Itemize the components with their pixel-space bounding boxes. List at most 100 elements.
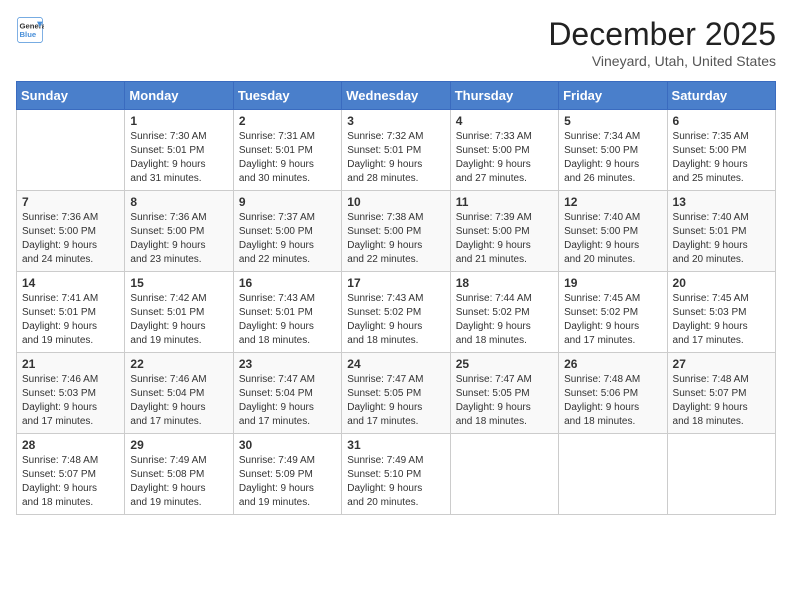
- calendar-week-row: 7 Sunrise: 7:36 AMSunset: 5:00 PMDaylight…: [17, 191, 776, 272]
- day-number: 4: [456, 114, 553, 128]
- calendar-cell: [17, 110, 125, 191]
- day-info: Sunrise: 7:48 AMSunset: 5:06 PMDaylight:…: [564, 373, 661, 429]
- day-info: Sunrise: 7:31 AMSunset: 5:01 PMDaylight:…: [239, 130, 336, 186]
- calendar-cell: 31Sunrise: 7:49 AMSunset: 5:10 PMDayligh…: [342, 434, 450, 515]
- day-number: 23: [239, 357, 336, 371]
- day-info: Sunrise: 7:48 AMSunset: 5:07 PMDaylight:…: [673, 373, 770, 429]
- calendar-cell: 21 Sunrise: 7:46 AMSunset: 5:03 PMDayligh…: [17, 353, 125, 434]
- calendar-week-row: 28 Sunrise: 7:48 AMSunset: 5:07 PMDayligh…: [17, 434, 776, 515]
- calendar-cell: 15Sunrise: 7:42 AMSunset: 5:01 PMDayligh…: [125, 272, 233, 353]
- calendar-cell: 4 Sunrise: 7:33 AMSunset: 5:00 PMDaylight…: [450, 110, 558, 191]
- calendar-cell: 1 Sunrise: 7:30 AMSunset: 5:01 PMDaylight…: [125, 110, 233, 191]
- svg-text:Blue: Blue: [20, 30, 37, 39]
- calendar-cell: 13 Sunrise: 7:40 AMSunset: 5:01 PMDayligh…: [667, 191, 775, 272]
- calendar-cell: 17 Sunrise: 7:43 AMSunset: 5:02 PMDayligh…: [342, 272, 450, 353]
- day-info: Sunrise: 7:46 AMSunset: 5:04 PMDaylight:…: [130, 373, 227, 429]
- day-info: Sunrise: 7:40 AMSunset: 5:00 PMDaylight:…: [564, 211, 661, 267]
- day-info: Sunrise: 7:47 AMSunset: 5:04 PMDaylight:…: [239, 373, 336, 429]
- day-number: 11: [456, 195, 553, 209]
- day-number: 21: [22, 357, 119, 371]
- day-number: 27: [673, 357, 770, 371]
- day-number: 29: [130, 438, 227, 452]
- day-info: Sunrise: 7:41 AMSunset: 5:01 PMDaylight:…: [22, 292, 119, 348]
- day-number: 24: [347, 357, 444, 371]
- day-info: Sunrise: 7:49 AMSunset: 5:09 PMDaylight:…: [239, 454, 336, 510]
- day-info: Sunrise: 7:48 AMSunset: 5:07 PMDaylight:…: [22, 454, 119, 510]
- day-number: 14: [22, 276, 119, 290]
- calendar-cell: [667, 434, 775, 515]
- day-number: 15: [130, 276, 227, 290]
- day-number: 26: [564, 357, 661, 371]
- day-number: 7: [22, 195, 119, 209]
- day-info: Sunrise: 7:30 AMSunset: 5:01 PMDaylight:…: [130, 130, 227, 186]
- calendar-cell: 10 Sunrise: 7:38 AMSunset: 5:00 PMDayligh…: [342, 191, 450, 272]
- calendar-cell: 20Sunrise: 7:45 AMSunset: 5:03 PMDayligh…: [667, 272, 775, 353]
- logo-icon: General Blue: [16, 16, 44, 44]
- calendar-cell: 12 Sunrise: 7:40 AMSunset: 5:00 PMDayligh…: [559, 191, 667, 272]
- day-info: Sunrise: 7:33 AMSunset: 5:00 PMDaylight:…: [456, 130, 553, 186]
- day-info: Sunrise: 7:36 AMSunset: 5:00 PMDaylight:…: [130, 211, 227, 267]
- day-number: 19: [564, 276, 661, 290]
- day-of-week-header: Saturday: [667, 82, 775, 110]
- calendar-cell: 29Sunrise: 7:49 AMSunset: 5:08 PMDayligh…: [125, 434, 233, 515]
- day-number: 10: [347, 195, 444, 209]
- location-title: Vineyard, Utah, United States: [548, 53, 776, 69]
- day-number: 12: [564, 195, 661, 209]
- calendar-cell: [559, 434, 667, 515]
- day-info: Sunrise: 7:45 AMSunset: 5:02 PMDaylight:…: [564, 292, 661, 348]
- calendar-cell: 25Sunrise: 7:47 AMSunset: 5:05 PMDayligh…: [450, 353, 558, 434]
- calendar-cell: [450, 434, 558, 515]
- calendar-cell: 24Sunrise: 7:47 AMSunset: 5:05 PMDayligh…: [342, 353, 450, 434]
- day-of-week-header: Thursday: [450, 82, 558, 110]
- day-info: Sunrise: 7:46 AMSunset: 5:03 PMDaylight:…: [22, 373, 119, 429]
- calendar-cell: 23 Sunrise: 7:47 AMSunset: 5:04 PMDayligh…: [233, 353, 341, 434]
- calendar-cell: 5 Sunrise: 7:34 AMSunset: 5:00 PMDaylight…: [559, 110, 667, 191]
- day-number: 28: [22, 438, 119, 452]
- calendar-body: 1 Sunrise: 7:30 AMSunset: 5:01 PMDaylight…: [17, 110, 776, 515]
- day-of-week-header: Tuesday: [233, 82, 341, 110]
- day-number: 5: [564, 114, 661, 128]
- month-title: December 2025: [548, 16, 776, 53]
- day-number: 17: [347, 276, 444, 290]
- day-number: 18: [456, 276, 553, 290]
- day-number: 1: [130, 114, 227, 128]
- day-number: 13: [673, 195, 770, 209]
- calendar-week-row: 21 Sunrise: 7:46 AMSunset: 5:03 PMDayligh…: [17, 353, 776, 434]
- title-area: December 2025 Vineyard, Utah, United Sta…: [548, 16, 776, 69]
- day-info: Sunrise: 7:34 AMSunset: 5:00 PMDaylight:…: [564, 130, 661, 186]
- day-number: 8: [130, 195, 227, 209]
- calendar-cell: 26 Sunrise: 7:48 AMSunset: 5:06 PMDayligh…: [559, 353, 667, 434]
- day-info: Sunrise: 7:39 AMSunset: 5:00 PMDaylight:…: [456, 211, 553, 267]
- day-info: Sunrise: 7:43 AMSunset: 5:01 PMDaylight:…: [239, 292, 336, 348]
- day-number: 16: [239, 276, 336, 290]
- day-info: Sunrise: 7:40 AMSunset: 5:01 PMDaylight:…: [673, 211, 770, 267]
- day-info: Sunrise: 7:43 AMSunset: 5:02 PMDaylight:…: [347, 292, 444, 348]
- calendar-cell: 19 Sunrise: 7:45 AMSunset: 5:02 PMDayligh…: [559, 272, 667, 353]
- calendar-cell: 8 Sunrise: 7:36 AMSunset: 5:00 PMDaylight…: [125, 191, 233, 272]
- header: General Blue December 2025 Vineyard, Uta…: [16, 16, 776, 69]
- day-number: 9: [239, 195, 336, 209]
- calendar-cell: 27 Sunrise: 7:48 AMSunset: 5:07 PMDayligh…: [667, 353, 775, 434]
- day-of-week-header: Friday: [559, 82, 667, 110]
- day-info: Sunrise: 7:44 AMSunset: 5:02 PMDaylight:…: [456, 292, 553, 348]
- calendar-cell: 28 Sunrise: 7:48 AMSunset: 5:07 PMDayligh…: [17, 434, 125, 515]
- calendar-cell: 9Sunrise: 7:37 AMSunset: 5:00 PMDaylight…: [233, 191, 341, 272]
- day-info: Sunrise: 7:45 AMSunset: 5:03 PMDaylight:…: [673, 292, 770, 348]
- calendar-cell: 7 Sunrise: 7:36 AMSunset: 5:00 PMDaylight…: [17, 191, 125, 272]
- day-number: 6: [673, 114, 770, 128]
- calendar-table: SundayMondayTuesdayWednesdayThursdayFrid…: [16, 81, 776, 515]
- logo: General Blue: [16, 16, 44, 44]
- day-of-week-header: Sunday: [17, 82, 125, 110]
- calendar-cell: 6 Sunrise: 7:35 AMSunset: 5:00 PMDaylight…: [667, 110, 775, 191]
- day-number: 22: [130, 357, 227, 371]
- calendar-cell: 2Sunrise: 7:31 AMSunset: 5:01 PMDaylight…: [233, 110, 341, 191]
- calendar-cell: 16 Sunrise: 7:43 AMSunset: 5:01 PMDayligh…: [233, 272, 341, 353]
- day-info: Sunrise: 7:36 AMSunset: 5:00 PMDaylight:…: [22, 211, 119, 267]
- day-info: Sunrise: 7:47 AMSunset: 5:05 PMDaylight:…: [456, 373, 553, 429]
- calendar-cell: 30Sunrise: 7:49 AMSunset: 5:09 PMDayligh…: [233, 434, 341, 515]
- day-info: Sunrise: 7:38 AMSunset: 5:00 PMDaylight:…: [347, 211, 444, 267]
- day-info: Sunrise: 7:35 AMSunset: 5:00 PMDaylight:…: [673, 130, 770, 186]
- calendar-cell: 11 Sunrise: 7:39 AMSunset: 5:00 PMDayligh…: [450, 191, 558, 272]
- day-info: Sunrise: 7:32 AMSunset: 5:01 PMDaylight:…: [347, 130, 444, 186]
- day-number: 3: [347, 114, 444, 128]
